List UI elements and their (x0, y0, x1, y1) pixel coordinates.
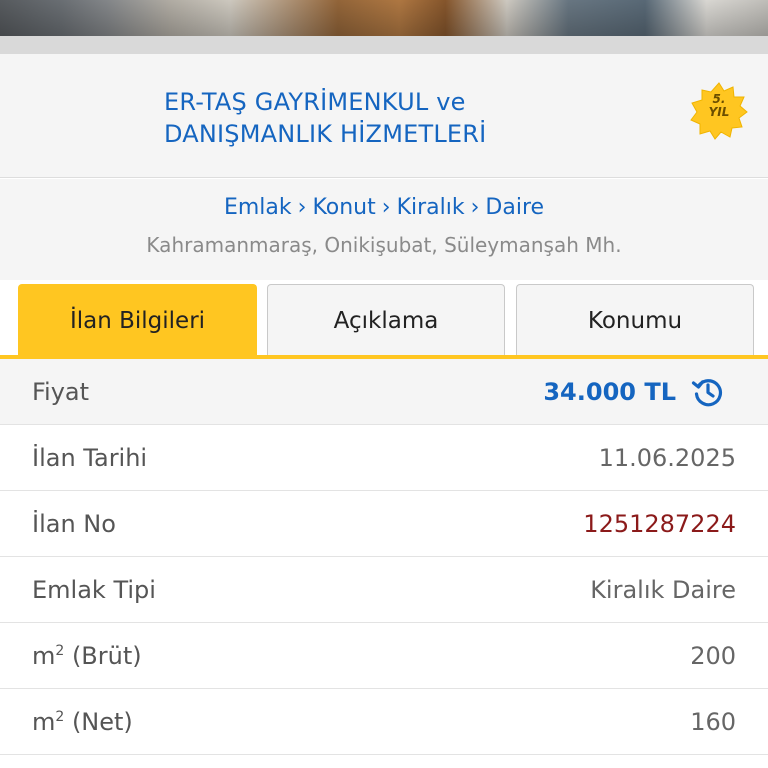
tab-konumu[interactable]: Konumu (516, 284, 754, 356)
price-history-icon[interactable] (690, 374, 726, 410)
agency-name[interactable]: ER-TAŞ GAYRİMENKUL ve DANIŞMANLIK HİZMET… (164, 86, 684, 150)
detail-row-listing-no: İlan No 1251287224 (0, 491, 768, 557)
tab-aciklama[interactable]: Açıklama (267, 284, 505, 356)
agency-header: ER-TAŞ GAYRİMENKUL ve DANIŞMANLIK HİZMET… (0, 54, 768, 178)
net-area-value: 160 (690, 708, 736, 736)
date-value: 11.06.2025 (598, 444, 736, 472)
chevron-right-icon: › (297, 195, 307, 220)
breadcrumb: Emlak › Konut › Kiralık › Daire (0, 193, 768, 223)
photo-divider (0, 36, 768, 54)
detail-row-date: İlan Tarihi 11.06.2025 (0, 425, 768, 491)
agency-name-line2: DANIŞMANLIK HİZMETLERİ (164, 120, 487, 148)
breadcrumb-item-konut[interactable]: Konut (312, 195, 375, 220)
listing-location: Kahramanmaraş, Onikişubat, Süleymanşah M… (146, 233, 622, 257)
price-label: Fiyat (32, 378, 90, 406)
detail-row-net-area: m2 (Net) 160 (0, 689, 768, 755)
listing-photo[interactable] (0, 0, 768, 36)
price-value: 34.000 TL (543, 378, 676, 406)
net-area-label: m2 (Net) (32, 708, 133, 736)
date-label: İlan Tarihi (32, 444, 148, 472)
detail-row-gross-area: m2 (Brüt) 200 (0, 623, 768, 689)
chevron-right-icon: › (381, 195, 391, 220)
type-value: Kiralık Daire (590, 576, 736, 604)
agency-name-line1: ER-TAŞ GAYRİMENKUL ve (164, 88, 466, 116)
anniversary-badge-icon: 5. YIL (690, 82, 748, 140)
detail-row-price: Fiyat 34.000 TL (0, 359, 768, 425)
gross-area-label: m2 (Brüt) (32, 642, 142, 670)
badge-unit: YIL (708, 105, 730, 119)
gross-area-value: 200 (690, 642, 736, 670)
type-label: Emlak Tipi (32, 576, 156, 604)
listing-no-value[interactable]: 1251287224 (583, 491, 736, 557)
chevron-right-icon: › (470, 195, 480, 220)
listing-no-label: İlan No (32, 510, 116, 538)
breadcrumb-item-emlak[interactable]: Emlak (224, 195, 292, 220)
breadcrumb-area: Emlak › Konut › Kiralık › Daire Kahramanmaraş,… (0, 179, 768, 280)
tab-ilan-bilgileri[interactable]: İlan Bilgileri (18, 284, 257, 356)
breadcrumb-item-daire[interactable]: Daire (485, 195, 544, 220)
breadcrumb-item-kiralik[interactable]: Kiralık (397, 195, 465, 220)
detail-row-type: Emlak Tipi Kiralık Daire (0, 557, 768, 623)
